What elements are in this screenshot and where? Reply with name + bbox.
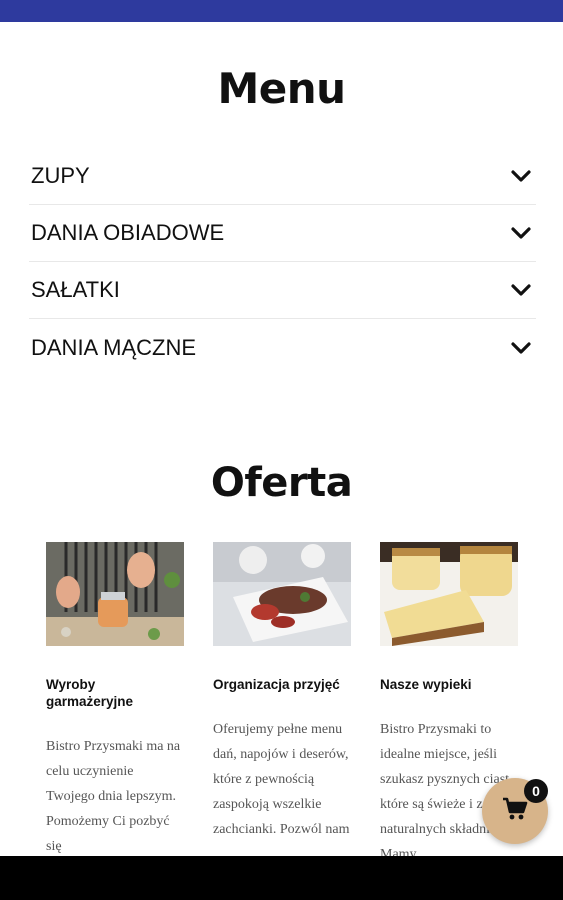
cart-icon bbox=[502, 797, 528, 826]
cart-count-badge: 0 bbox=[524, 779, 548, 803]
accordion-item-zupy[interactable]: ZUPY bbox=[29, 148, 536, 205]
menu-title: Menu bbox=[217, 64, 346, 113]
catering-food-image bbox=[213, 542, 351, 646]
card-description: Bistro Przysmaki ma na celu uczynienie T… bbox=[46, 739, 181, 854]
chevron-down-icon bbox=[510, 279, 532, 301]
accordion-item-dania-maczne[interactable]: DANIA MĄCZNE bbox=[29, 319, 536, 376]
card-title: Wyroby garmażeryjne bbox=[46, 677, 134, 709]
chevron-down-icon bbox=[510, 165, 532, 187]
offer-card-deli[interactable]: Wyroby garmażeryjne Bistro Przysmaki ma … bbox=[46, 542, 184, 859]
accordion-item-dania-obiadowe[interactable]: DANIA OBIADOWE bbox=[29, 205, 536, 262]
system-navigation-bar bbox=[0, 856, 563, 900]
accordion-item-label: SAŁATKI bbox=[31, 277, 120, 302]
accordion-item-label: DANIA MĄCZNE bbox=[31, 334, 197, 360]
deli-food-image bbox=[46, 542, 184, 646]
offer-title: Oferta bbox=[210, 460, 353, 506]
status-bar bbox=[0, 0, 563, 22]
accordion-item-label: DANIA OBIADOWE bbox=[31, 220, 225, 245]
chevron-down-icon bbox=[510, 222, 532, 244]
card-title: Organizacja przyjęć bbox=[213, 677, 340, 692]
menu-accordion: ZUPY DANIA OBIADOWE SAŁATKI DANIA MĄCZNE bbox=[29, 148, 536, 376]
offer-card-events[interactable]: Organizacja przyjęć Oferujemy pełne menu… bbox=[213, 542, 351, 842]
card-title: Nasze wypieki bbox=[380, 677, 472, 692]
chevron-down-icon bbox=[510, 337, 532, 359]
bakery-cake-image bbox=[380, 542, 518, 646]
card-description: Oferujemy pełne menu dań, napojów i dese… bbox=[213, 722, 350, 837]
accordion-item-label: ZUPY bbox=[31, 163, 90, 188]
accordion-item-salatki[interactable]: SAŁATKI bbox=[29, 262, 536, 319]
